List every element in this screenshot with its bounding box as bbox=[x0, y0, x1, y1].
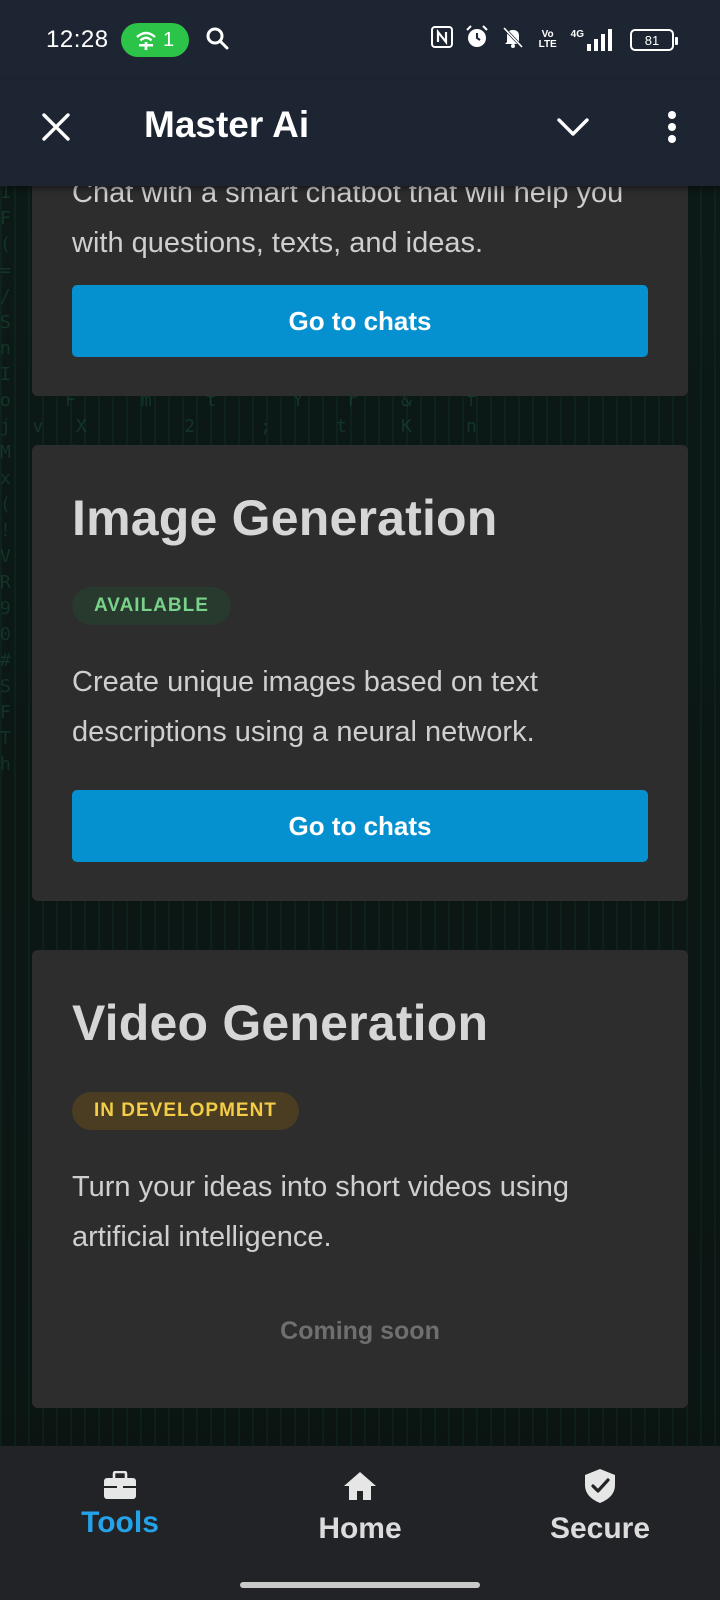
alarm-icon bbox=[465, 25, 489, 55]
signal-icon: 4G bbox=[571, 29, 612, 51]
shield-check-icon bbox=[583, 1468, 617, 1504]
coming-soon-label: Coming soon bbox=[280, 1317, 440, 1345]
home-indicator[interactable] bbox=[240, 1582, 480, 1588]
video-generation-title: Video Generation bbox=[72, 995, 489, 1051]
more-options-button[interactable] bbox=[652, 105, 692, 149]
hotspot-pill[interactable]: 1 bbox=[120, 23, 189, 57]
image-go-to-chats-button[interactable]: Go to chats bbox=[72, 790, 648, 862]
status-time: 12:28 bbox=[46, 26, 109, 53]
bottom-navigation: Tools Home Secure bbox=[0, 1446, 720, 1600]
close-icon bbox=[42, 113, 70, 141]
chevron-down-icon bbox=[557, 118, 589, 136]
battery-level: 81 bbox=[644, 32, 660, 48]
battery-icon: 81 bbox=[630, 29, 678, 51]
in-development-badge: IN DEVELOPMENT bbox=[72, 1092, 299, 1130]
nav-item-tools[interactable]: Tools bbox=[20, 1446, 220, 1566]
briefcase-icon bbox=[103, 1468, 137, 1504]
more-vertical-icon bbox=[668, 111, 676, 143]
status-bar: 12:28 1 Vo LTE 4G 81 bbox=[0, 0, 720, 80]
image-generation-description: Create unique images based on text descr… bbox=[72, 666, 538, 748]
nav-item-home[interactable]: Home bbox=[260, 1446, 460, 1566]
video-generation-description: Turn your ideas into short videos using … bbox=[72, 1171, 570, 1253]
image-generation-card: Image Generation AVAILABLE Create unique… bbox=[32, 445, 688, 901]
available-badge: AVAILABLE bbox=[72, 587, 231, 625]
video-generation-card: Video Generation IN DEVELOPMENT Turn you… bbox=[32, 950, 688, 1408]
hotspot-count: 1 bbox=[163, 28, 175, 51]
nav-item-secure[interactable]: Secure bbox=[500, 1446, 700, 1566]
close-button[interactable] bbox=[36, 107, 76, 147]
app-bar: Master Ai bbox=[0, 80, 720, 186]
network-type: 4G bbox=[570, 29, 584, 40]
home-icon bbox=[342, 1468, 378, 1504]
search-icon[interactable] bbox=[205, 26, 229, 55]
nav-label-secure: Secure bbox=[549, 1512, 651, 1545]
nav-label-home: Home bbox=[318, 1512, 402, 1545]
nav-label-tools: Tools bbox=[81, 1506, 159, 1539]
muted-bell-icon bbox=[501, 25, 525, 55]
expand-button[interactable] bbox=[553, 107, 593, 147]
chat-go-to-chats-button[interactable]: Go to chats bbox=[72, 285, 648, 357]
nfc-icon bbox=[430, 26, 453, 54]
page-title: Master Ai bbox=[144, 104, 310, 145]
image-generation-title: Image Generation bbox=[72, 490, 498, 546]
volte-icon: Vo LTE bbox=[538, 29, 557, 50]
hotspot-icon bbox=[136, 31, 156, 50]
